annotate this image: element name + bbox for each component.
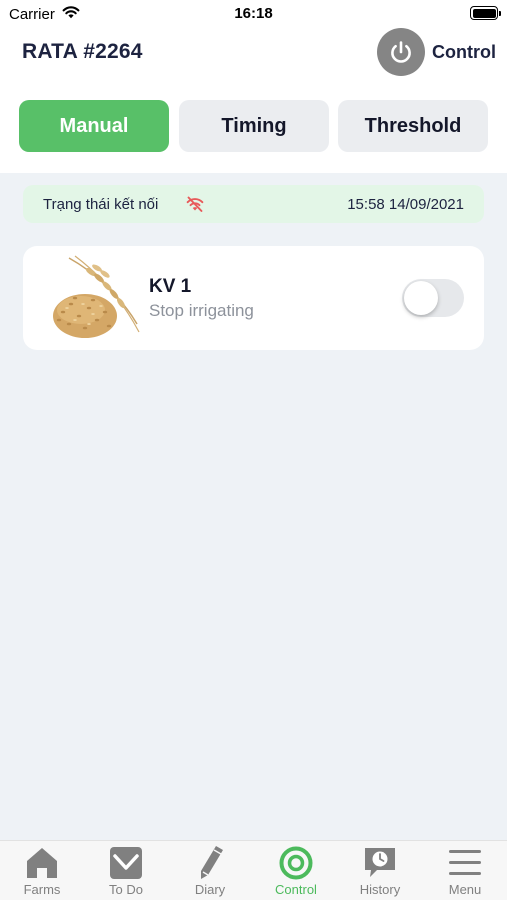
zone-name: KV 1 xyxy=(149,276,192,297)
wifi-off-icon xyxy=(186,196,204,212)
checkbox-icon xyxy=(110,847,142,879)
zone-card[interactable]: KV 1 Stop irrigating xyxy=(23,246,484,350)
nav-farms[interactable]: Farms xyxy=(0,841,84,900)
nav-label: Menu xyxy=(448,882,482,897)
pencil-icon xyxy=(201,846,223,879)
toggle-knob xyxy=(404,281,438,315)
tab-manual[interactable]: Manual xyxy=(19,100,169,152)
target-icon xyxy=(279,846,313,880)
home-icon xyxy=(27,848,57,878)
nav-control[interactable]: Control xyxy=(254,841,338,900)
bottom-nav: Farms To Do Diary Control History Menu xyxy=(0,840,507,900)
nav-label: Diary xyxy=(194,882,226,897)
control-label: Control xyxy=(432,42,496,62)
battery-icon xyxy=(470,6,501,20)
status-bar: Carrier 16:18 xyxy=(0,0,507,28)
irrigation-toggle[interactable] xyxy=(402,279,464,317)
tab-threshold[interactable]: Threshold xyxy=(338,100,488,152)
page-title: RATA #2264 xyxy=(22,40,143,63)
nav-label: Farms xyxy=(23,882,61,897)
nav-label: Control xyxy=(275,882,317,897)
power-button[interactable] xyxy=(377,28,425,76)
zone-status: Stop irrigating xyxy=(149,301,254,320)
connection-status-bar: Trạng thái kết nối 15:58 14/09/2021 xyxy=(23,185,484,223)
history-icon xyxy=(365,848,395,877)
connection-label: Trạng thái kết nối xyxy=(43,196,159,213)
nav-menu[interactable]: Menu xyxy=(423,841,507,900)
clock: 16:18 xyxy=(234,5,273,22)
main-content: Trạng thái kết nối 15:58 14/09/2021 KV 1… xyxy=(0,173,507,840)
tab-timing[interactable]: Timing xyxy=(179,100,329,152)
nav-todo[interactable]: To Do xyxy=(84,841,168,900)
nav-label: To Do xyxy=(109,882,143,897)
menu-icon xyxy=(449,850,481,875)
connection-timestamp: 15:58 14/09/2021 xyxy=(347,196,464,213)
wheat-grain-image xyxy=(53,255,140,338)
nav-diary[interactable]: Diary xyxy=(168,841,252,900)
nav-history[interactable]: History xyxy=(338,841,422,900)
nav-label: History xyxy=(359,882,401,897)
power-icon xyxy=(391,41,411,63)
